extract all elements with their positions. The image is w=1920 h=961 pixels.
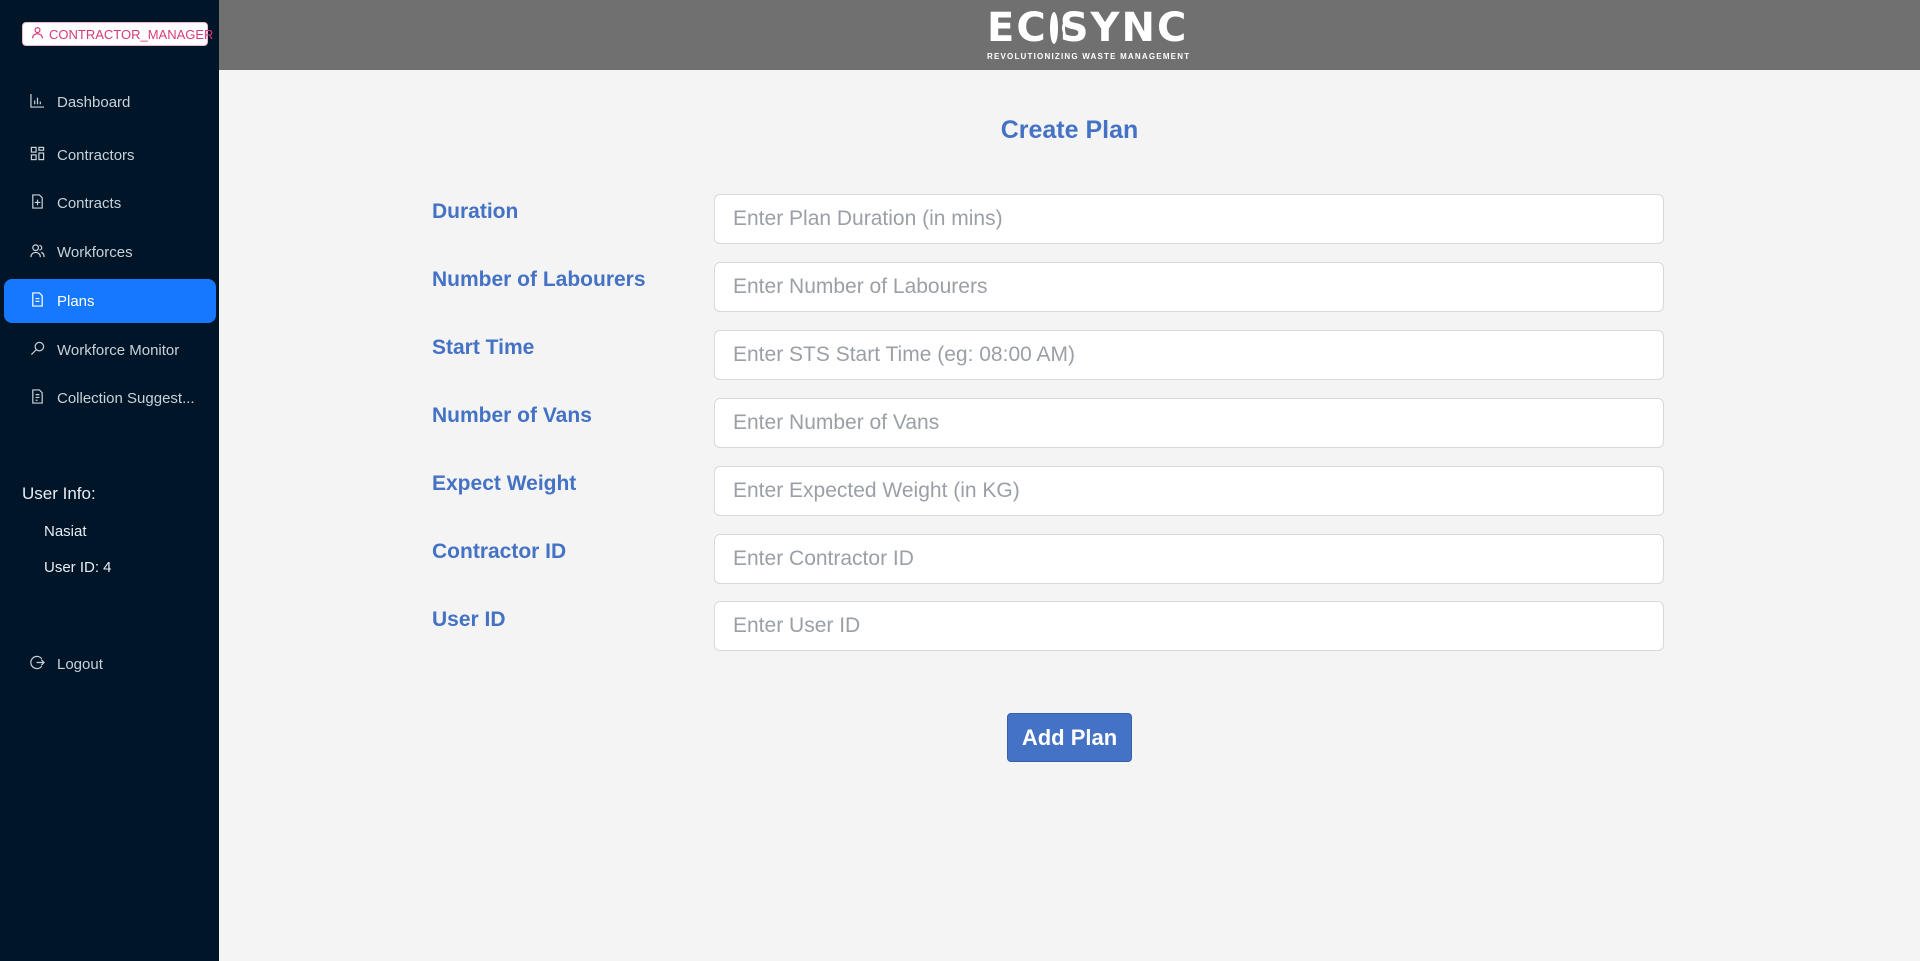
- sidebar-item-contractors[interactable]: Contractors: [4, 133, 216, 177]
- start-time-input[interactable]: [714, 330, 1664, 380]
- start-time-label: Start Time: [432, 336, 535, 359]
- logo-text-left: EC: [987, 5, 1048, 51]
- sidebar-item-label: Plans: [57, 292, 95, 310]
- weight-input[interactable]: [714, 466, 1664, 516]
- user-icon: [31, 26, 44, 42]
- duration-input[interactable]: [714, 194, 1664, 244]
- contractor-id-input[interactable]: [714, 534, 1664, 584]
- grid-icon: [30, 146, 45, 165]
- sidebar-item-label: Contractors: [57, 146, 135, 164]
- logout-button[interactable]: Logout: [4, 642, 216, 686]
- sidebar-item-collection-suggestions[interactable]: Collection Suggest...: [4, 376, 216, 420]
- labourers-label: Number of Labourers: [432, 268, 646, 291]
- file-list-icon: [30, 388, 45, 408]
- sidebar-item-label: Contracts: [57, 194, 122, 212]
- contractor-id-label: Contractor ID: [432, 540, 567, 563]
- sidebar-item-workforce-monitor[interactable]: Workforce Monitor: [4, 328, 216, 372]
- logo-tagline: REVOLUTIONIZING WASTE MANAGEMENT: [987, 52, 1191, 61]
- sidebar: CONTRACTOR_MANAGER Dashboard Contractors…: [0, 0, 219, 961]
- sidebar-item-workforces[interactable]: Workforces: [4, 230, 216, 274]
- sidebar-item-label: Workforces: [57, 243, 133, 261]
- labourers-input[interactable]: [714, 262, 1664, 312]
- add-plan-button[interactable]: Add Plan: [1007, 713, 1132, 762]
- sidebar-item-plans[interactable]: Plans: [4, 279, 216, 323]
- sidebar-item-contracts[interactable]: Contracts: [4, 181, 216, 225]
- user-name: Nasiat: [44, 523, 87, 540]
- ecosync-logo: EC SYNC REVOLUTIONIZING WASTE MANAGEMENT: [987, 5, 1191, 64]
- file-add-icon: [30, 193, 45, 213]
- role-badge-label: CONTRACTOR_MANAGER: [49, 26, 214, 42]
- user-id-label: User ID: [432, 608, 506, 631]
- user-id-input[interactable]: [714, 601, 1664, 651]
- weight-label: Expect Weight: [432, 472, 577, 495]
- page-title: Create Plan: [1000, 116, 1139, 144]
- vans-label: Number of Vans: [432, 404, 592, 427]
- logout-label: Logout: [57, 655, 103, 673]
- file-icon: [30, 291, 45, 311]
- chart-icon: [30, 93, 45, 112]
- user-id: User ID: 4: [44, 559, 112, 576]
- sidebar-item-label: Dashboard: [57, 93, 131, 111]
- top-header: EC SYNC REVOLUTIONIZING WASTE MANAGEMENT: [219, 0, 1920, 70]
- sidebar-item-dashboard[interactable]: Dashboard: [4, 80, 216, 124]
- sidebar-item-label: Workforce Monitor: [57, 341, 180, 359]
- logo-o-icon: [1049, 12, 1065, 44]
- team-icon: [30, 243, 45, 262]
- logo-text-right: SYNC: [1059, 5, 1189, 51]
- search-icon: [30, 341, 45, 360]
- logo-wordmark: EC SYNC: [987, 5, 1186, 51]
- duration-label: Duration: [432, 200, 519, 223]
- role-badge: CONTRACTOR_MANAGER: [22, 22, 213, 46]
- vans-input[interactable]: [714, 398, 1664, 448]
- logout-icon: [30, 655, 45, 674]
- sidebar-item-label: Collection Suggest...: [57, 389, 195, 407]
- user-info-title: User Info:: [22, 484, 96, 503]
